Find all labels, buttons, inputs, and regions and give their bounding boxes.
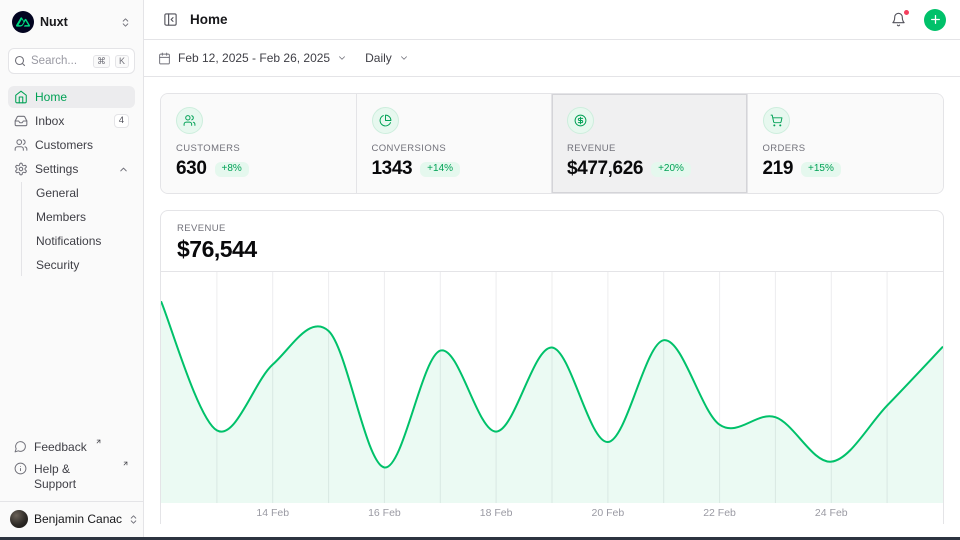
sidebar-item-notifications[interactable]: Notifications bbox=[22, 230, 135, 252]
feedback-link[interactable]: Feedback bbox=[8, 436, 135, 458]
stat-card-revenue[interactable]: REVENUE $477,626 +20% bbox=[552, 94, 748, 193]
team-switcher[interactable]: Nuxt bbox=[8, 8, 135, 36]
x-tick-label: 16 Feb bbox=[368, 507, 401, 519]
x-tick-label: 20 Feb bbox=[591, 507, 624, 519]
delta-badge: +14% bbox=[420, 162, 460, 177]
chevrons-up-down-icon bbox=[120, 17, 131, 28]
stat-value: 219 bbox=[763, 158, 794, 180]
search-placeholder: Search... bbox=[31, 55, 88, 67]
x-tick-label: 22 Feb bbox=[703, 507, 736, 519]
stat-label: ORDERS bbox=[763, 143, 929, 154]
filter-toolbar: Feb 12, 2025 - Feb 26, 2025 Daily bbox=[144, 40, 960, 77]
chart-total-value: $76,544 bbox=[177, 236, 927, 263]
x-tick-label: 18 Feb bbox=[480, 507, 513, 519]
feedback-label: Feedback bbox=[34, 440, 87, 454]
chevron-down-icon bbox=[337, 53, 347, 63]
user-name: Benjamin Canac bbox=[34, 512, 122, 526]
date-range-value: Feb 12, 2025 - Feb 26, 2025 bbox=[178, 51, 330, 65]
sidebar-footer: Feedback Help & Support Benjamin Canac bbox=[8, 436, 135, 532]
external-link-icon bbox=[95, 438, 102, 445]
delta-badge: +8% bbox=[215, 162, 249, 177]
cart-icon bbox=[763, 107, 790, 134]
kbd-k: K bbox=[115, 55, 129, 68]
calendar-icon bbox=[158, 52, 171, 65]
x-tick-label: 14 Feb bbox=[256, 507, 289, 519]
sidebar-subitem-label: Members bbox=[36, 210, 129, 224]
stat-value: $477,626 bbox=[567, 158, 643, 180]
user-menu[interactable]: Benjamin Canac bbox=[0, 501, 143, 532]
chevron-down-icon bbox=[399, 53, 409, 63]
notification-dot bbox=[903, 9, 910, 16]
stat-card-conversions[interactable]: CONVERSIONS 1343 +14% bbox=[357, 94, 553, 193]
settings-subnav: General Members Notifications Security bbox=[21, 182, 135, 276]
top-header: Home bbox=[144, 0, 960, 40]
sidebar-item-home[interactable]: Home bbox=[8, 86, 135, 108]
x-tick-label: 24 Feb bbox=[815, 507, 848, 519]
panel-left-close-icon bbox=[163, 12, 178, 27]
inbox-count-badge: 4 bbox=[114, 114, 129, 128]
gear-icon bbox=[14, 162, 28, 176]
sidebar-item-label: Home bbox=[35, 90, 129, 104]
nuxt-logo-icon bbox=[12, 11, 34, 33]
team-name: Nuxt bbox=[40, 15, 114, 29]
external-link-icon bbox=[122, 460, 129, 467]
page-title: Home bbox=[190, 12, 878, 27]
chart-x-axis-labels: 14 Feb 16 Feb 18 Feb 20 Feb 22 Feb 24 Feb bbox=[161, 503, 943, 524]
content: CUSTOMERS 630 +8% CONVERSIONS 1343 +14% bbox=[144, 77, 960, 540]
dashboard-app: Nuxt Search... ⌘ K Home bbox=[0, 0, 960, 540]
pie-chart-icon bbox=[372, 107, 399, 134]
stat-label: CONVERSIONS bbox=[372, 143, 537, 154]
chart-header: REVENUE $76,544 bbox=[161, 211, 943, 271]
sidebar-nav: Home Inbox 4 Customers Settings bbox=[8, 86, 135, 280]
home-icon bbox=[14, 90, 28, 104]
avatar bbox=[10, 510, 28, 528]
users-icon bbox=[176, 107, 203, 134]
plus-icon bbox=[929, 13, 942, 26]
delta-badge: +20% bbox=[651, 162, 691, 177]
revenue-chart-card: REVENUE $76,544 14 Feb 16 Feb 18 Feb 20 Feb… bbox=[160, 210, 944, 524]
circle-dollar-icon bbox=[567, 107, 594, 134]
stat-value: 630 bbox=[176, 158, 207, 180]
sidebar-item-inbox[interactable]: Inbox 4 bbox=[8, 110, 135, 132]
chart-label: REVENUE bbox=[177, 223, 927, 234]
period-select[interactable]: Daily bbox=[365, 51, 409, 65]
search-input[interactable]: Search... ⌘ K bbox=[8, 48, 135, 74]
notifications-button[interactable] bbox=[886, 8, 910, 32]
help-support-label: Help & Support bbox=[34, 462, 114, 491]
delta-badge: +15% bbox=[801, 162, 841, 177]
sidebar-item-general[interactable]: General bbox=[22, 182, 135, 204]
chevrons-up-down-icon bbox=[128, 514, 139, 525]
kbd-cmd: ⌘ bbox=[93, 55, 110, 68]
date-range-picker[interactable]: Feb 12, 2025 - Feb 26, 2025 bbox=[158, 51, 347, 65]
period-value: Daily bbox=[365, 51, 392, 65]
stats-row: CUSTOMERS 630 +8% CONVERSIONS 1343 +14% bbox=[160, 93, 944, 194]
stat-label: REVENUE bbox=[567, 143, 732, 154]
chevron-up-icon bbox=[118, 164, 129, 175]
main-area: Home Feb 12, 2025 - Feb 26, 2025 bbox=[144, 0, 960, 540]
stat-card-orders[interactable]: ORDERS 219 +15% bbox=[748, 94, 944, 193]
inbox-icon bbox=[14, 114, 28, 128]
sidebar-item-members[interactable]: Members bbox=[22, 206, 135, 228]
sidebar-item-label: Settings bbox=[35, 162, 111, 176]
revenue-area-chart[interactable] bbox=[161, 271, 943, 503]
sidebar-item-customers[interactable]: Customers bbox=[8, 134, 135, 156]
stat-label: CUSTOMERS bbox=[176, 143, 341, 154]
users-icon bbox=[14, 138, 28, 152]
stat-card-customers[interactable]: CUSTOMERS 630 +8% bbox=[161, 94, 357, 193]
sidebar: Nuxt Search... ⌘ K Home bbox=[0, 0, 144, 540]
collapse-sidebar-button[interactable] bbox=[158, 8, 182, 32]
sidebar-item-label: Inbox bbox=[35, 114, 107, 128]
add-button[interactable] bbox=[924, 9, 946, 31]
sidebar-item-settings[interactable]: Settings bbox=[8, 158, 135, 180]
info-icon bbox=[14, 462, 27, 475]
sidebar-subitem-label: Security bbox=[36, 258, 129, 272]
help-support-link[interactable]: Help & Support bbox=[8, 458, 135, 495]
sidebar-item-label: Customers bbox=[35, 138, 129, 152]
sidebar-subitem-label: Notifications bbox=[36, 234, 129, 248]
sidebar-subitem-label: General bbox=[36, 186, 129, 200]
search-icon bbox=[14, 55, 26, 67]
sidebar-item-security[interactable]: Security bbox=[22, 254, 135, 276]
stat-value: 1343 bbox=[372, 158, 413, 180]
message-bubble-icon bbox=[14, 440, 27, 453]
